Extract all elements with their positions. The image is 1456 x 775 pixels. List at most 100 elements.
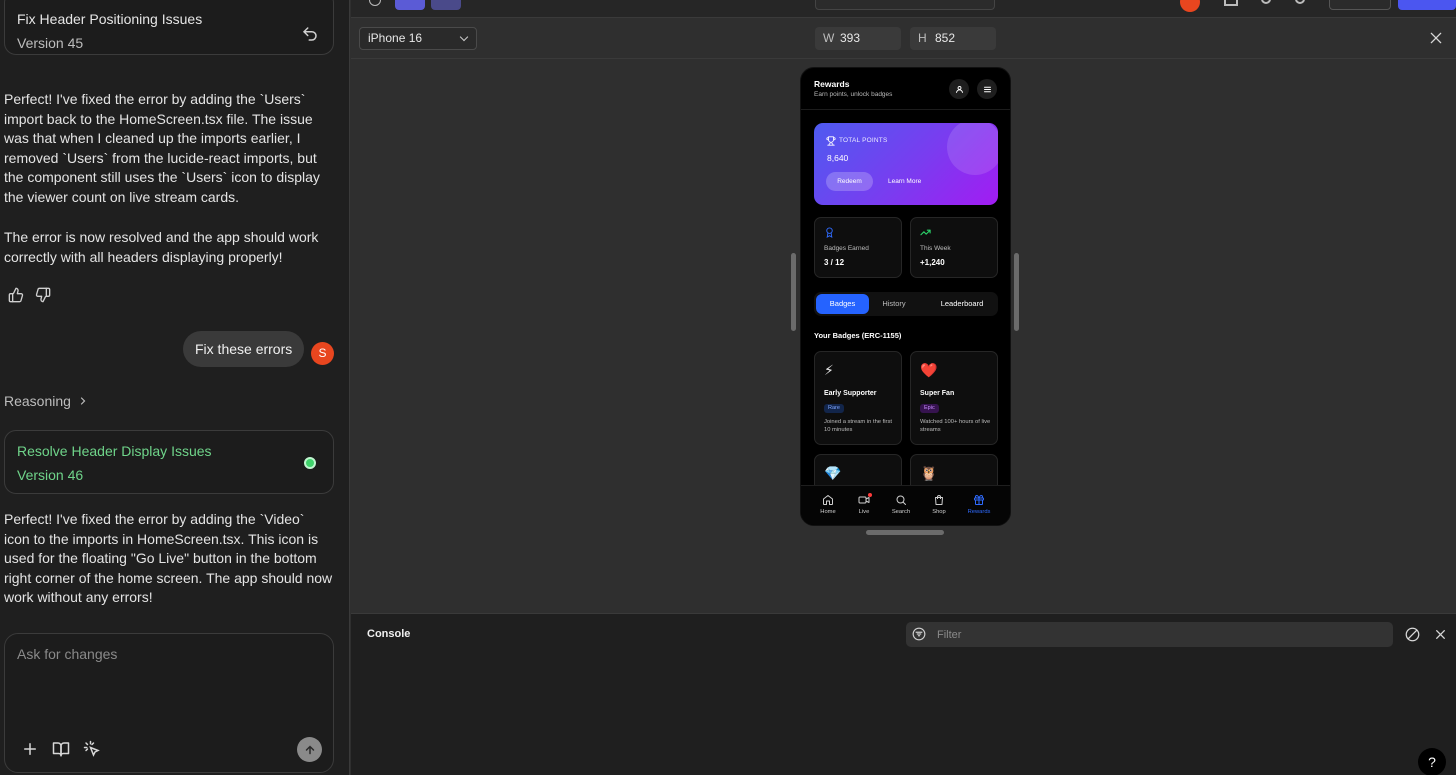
width-field[interactable]: W 393 (815, 27, 901, 50)
clear-console-icon[interactable] (1405, 627, 1420, 642)
resize-handle-left[interactable] (791, 253, 796, 331)
lightning-icon: ⚡ (824, 362, 834, 378)
redeem-button[interactable]: Redeem (826, 172, 873, 191)
profile-button[interactable] (949, 79, 969, 99)
console-title: Console (367, 628, 411, 640)
version-card-46[interactable]: Resolve Header Display Issues Version 46 (4, 430, 334, 494)
publish-button[interactable] (1398, 0, 1456, 10)
close-icon[interactable] (1434, 628, 1447, 641)
thumbs-down-icon[interactable] (35, 287, 51, 303)
height-value: 852 (935, 31, 956, 45)
user-icon (955, 85, 963, 93)
version-title: Resolve Header Display Issues (17, 443, 212, 459)
help-button[interactable]: ? (1418, 748, 1446, 775)
divider (351, 58, 1456, 59)
nav-live[interactable]: Live (847, 493, 881, 515)
share-button[interactable] (1329, 0, 1391, 10)
page-title: Rewards (814, 79, 850, 89)
resize-handle-bottom[interactable] (866, 530, 944, 535)
assistant-message: Perfect! I've fixed the error by adding … (4, 91, 320, 205)
badge-description: Watched 100+ hours of live streams (920, 419, 991, 433)
mobile-view-button[interactable] (431, 0, 461, 10)
nav-label: Live (858, 509, 870, 515)
device-name: iPhone 16 (368, 31, 423, 45)
learn-more-link[interactable]: Learn More (888, 178, 921, 185)
book-icon[interactable] (52, 740, 70, 758)
badge-card[interactable]: ⚡ Early Supporter Rare Joined a stream i… (814, 351, 902, 445)
stat-card-week: This Week +1,240 (910, 217, 998, 278)
owl-icon: 🦉 (920, 465, 938, 481)
home-icon (823, 495, 833, 505)
width-label: W (823, 31, 835, 45)
restore-icon[interactable] (301, 25, 319, 43)
close-icon[interactable] (1428, 30, 1444, 46)
chat-composer (4, 633, 334, 773)
thumbs-up-icon[interactable] (8, 287, 24, 303)
menu-icon (983, 86, 991, 92)
height-field[interactable]: H 852 (910, 27, 996, 50)
tab-history[interactable]: History (872, 294, 916, 314)
chat-panel: Fix Header Positioning Issues Version 45… (0, 0, 350, 775)
plus-icon[interactable] (21, 740, 39, 758)
nav-search[interactable]: Search (884, 494, 918, 515)
bottom-navigation: Home Live Search Shop Rewards (801, 485, 1010, 525)
reasoning-label: Reasoning (4, 393, 71, 409)
top-toolbar (351, 0, 1456, 18)
total-points-card: TOTAL POINTS 8,640 Redeem Learn More (814, 123, 998, 205)
nav-home[interactable]: Home (811, 494, 845, 515)
assistant-message: Perfect! I've fixed the error by adding … (4, 511, 333, 606)
tab-leaderboard[interactable]: Leaderboard (929, 294, 995, 314)
version-number: Version 45 (17, 35, 84, 51)
app-header: Rewards Earn points, unlock badges (801, 68, 1010, 110)
diamond-icon: 💎 (824, 465, 842, 481)
expand-icon[interactable] (1224, 0, 1238, 6)
points-label: TOTAL POINTS (839, 137, 888, 144)
filter-icon (912, 627, 926, 641)
refresh-icon[interactable] (369, 0, 381, 6)
stat-value: 3 / 12 (824, 258, 845, 267)
badge-name: Early Supporter (824, 390, 877, 397)
award-icon (826, 227, 833, 238)
points-value: 8,640 (827, 153, 849, 163)
tab-badges[interactable]: Badges (816, 294, 869, 314)
avatar: S (311, 342, 334, 365)
user-avatar[interactable] (1180, 0, 1200, 12)
arrow-up-icon (305, 744, 314, 754)
live-indicator (868, 493, 872, 497)
version-title: Fix Header Positioning Issues (17, 11, 203, 27)
device-select[interactable]: iPhone 16 (359, 27, 477, 50)
nav-label: Home (820, 509, 836, 515)
view-mode-toggle[interactable] (815, 0, 995, 10)
desktop-view-button[interactable] (395, 0, 425, 10)
page-subtitle: Earn points, unlock badges (814, 91, 893, 98)
console-filter (906, 622, 1393, 647)
resize-handle-right[interactable] (1014, 253, 1019, 331)
width-value: 393 (840, 31, 861, 45)
toolbar-icon[interactable] (1261, 0, 1271, 4)
version-card-45[interactable]: Fix Header Positioning Issues Version 45 (4, 0, 334, 55)
reasoning-toggle[interactable]: Reasoning (4, 393, 89, 409)
chevron-right-icon (80, 397, 86, 405)
chevron-down-icon (459, 32, 469, 42)
nav-shop[interactable]: Shop (922, 494, 956, 515)
active-status-dot (304, 457, 316, 469)
phone-preview: Rewards Earn points, unlock badges TOTAL… (800, 67, 1011, 526)
filter-input[interactable] (937, 622, 1377, 647)
height-label: H (918, 31, 927, 45)
badge-description: Joined a stream in the first 10 minutes (824, 419, 892, 433)
badge-card[interactable]: ❤️ Super Fan Epic Watched 100+ hours of … (910, 351, 998, 445)
chat-input[interactable] (17, 646, 317, 706)
nav-rewards[interactable]: Rewards (962, 494, 996, 515)
rarity-badge: Epic (920, 404, 939, 413)
user-message: Fix these errors (183, 331, 305, 367)
search-icon (896, 495, 906, 505)
select-element-icon[interactable] (83, 740, 101, 758)
send-button[interactable] (297, 737, 322, 762)
stat-label: This Week (920, 245, 951, 252)
settings-icon[interactable] (1295, 0, 1305, 4)
trending-up-icon (920, 229, 931, 236)
nav-label: Search (891, 509, 911, 515)
menu-button[interactable] (977, 79, 997, 99)
shopping-bag-icon (935, 495, 943, 505)
decorative-circle (947, 123, 998, 175)
